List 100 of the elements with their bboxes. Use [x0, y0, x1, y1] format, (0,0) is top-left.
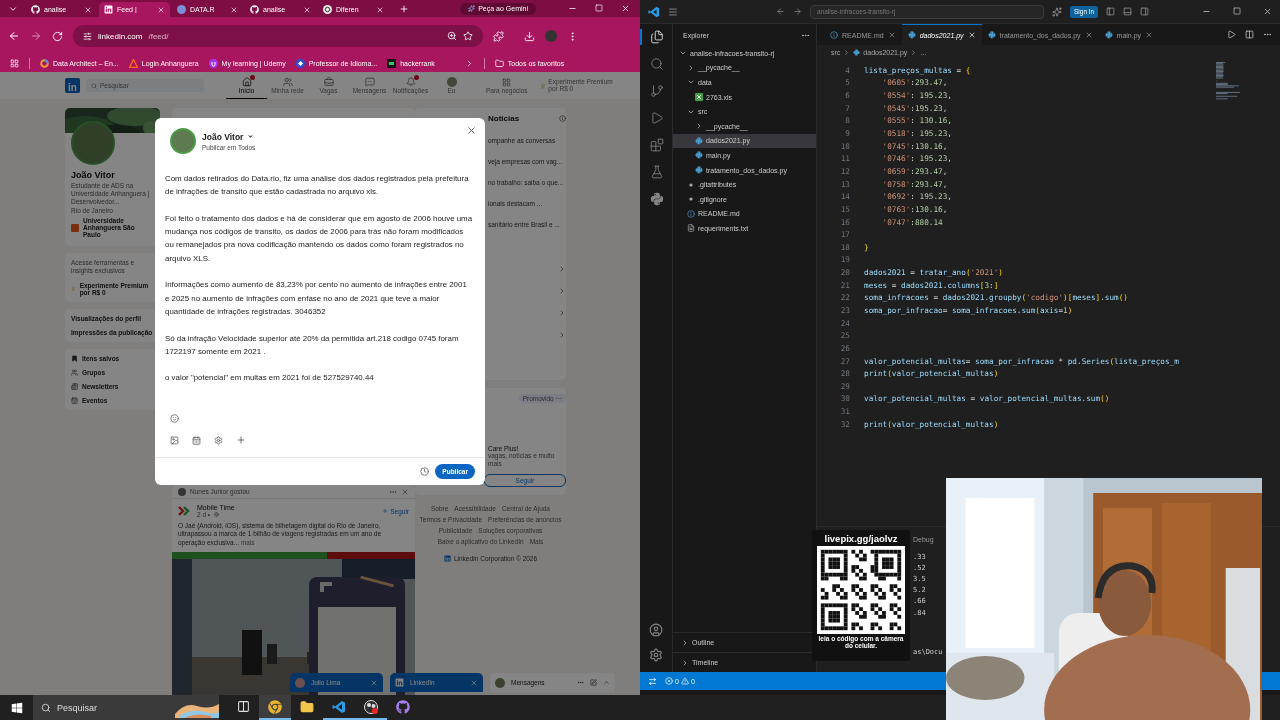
reload-button[interactable] — [52, 30, 63, 42]
avatar — [446, 76, 457, 87]
chevron-right-icon — [687, 63, 695, 72]
in-logo-icon — [395, 678, 404, 687]
search-icon — [41, 702, 51, 713]
search-icon — [650, 57, 664, 71]
sparkle-icon[interactable] — [1052, 6, 1062, 17]
editor-logo-icon — [332, 699, 346, 714]
gear-button[interactable] — [214, 435, 223, 445]
in-logo-icon — [443, 555, 451, 562]
cat-logo-icon — [396, 699, 410, 714]
error-icon — [665, 677, 673, 685]
snake-logo-icon — [650, 192, 664, 206]
people-icon — [282, 76, 293, 87]
back-button[interactable] — [8, 30, 20, 42]
new-tab-button[interactable] — [399, 3, 409, 14]
run-button[interactable] — [1227, 30, 1236, 39]
snake-logo-icon — [695, 166, 703, 175]
school-logo — [71, 223, 79, 232]
browser-logo-icon — [268, 699, 282, 714]
panel-icon[interactable] — [1123, 7, 1133, 16]
forward-button[interactable] — [793, 7, 802, 16]
diamond-icon — [295, 59, 305, 68]
split-editor-button[interactable] — [1245, 30, 1254, 39]
close-chat-button[interactable] — [470, 678, 478, 687]
chevron-right-icon — [681, 638, 689, 647]
menu-button[interactable] — [668, 6, 678, 17]
search-field[interactable]: Pesquisar — [33, 695, 219, 720]
circle-logo-icon — [177, 5, 186, 14]
task-view-icon — [236, 700, 250, 713]
site-settings-icon — [83, 31, 92, 41]
cat-logo-icon — [31, 5, 40, 14]
close-tab-button[interactable] — [230, 5, 238, 14]
cat-logo-icon — [250, 5, 259, 14]
chevron-right-icon — [681, 658, 689, 667]
globe-icon — [214, 512, 220, 518]
close-tab-button[interactable] — [887, 31, 896, 39]
snake-logo-icon — [1104, 31, 1113, 39]
minimap-drawing — [1216, 62, 1240, 102]
image-button[interactable] — [170, 435, 179, 445]
close-tab-button[interactable] — [1145, 31, 1154, 39]
info-icon — [687, 209, 695, 218]
record-logo-icon — [364, 699, 378, 714]
profile-name: João Vitor — [71, 170, 116, 180]
play-icon — [650, 111, 664, 125]
close-chat-button[interactable] — [370, 678, 378, 687]
add-button[interactable] — [236, 435, 246, 445]
snake-logo-icon — [853, 49, 861, 56]
author-selector[interactable]: João Vitor — [202, 131, 256, 142]
briefcase-icon — [323, 76, 334, 87]
snake-logo-icon — [695, 151, 703, 160]
back-button[interactable] — [776, 7, 785, 16]
compose-icon[interactable] — [590, 679, 597, 686]
knot-logo-icon — [323, 5, 332, 14]
close-tab-button[interactable] — [303, 5, 311, 14]
close-button[interactable] — [1263, 7, 1272, 16]
maximize-button[interactable] — [1233, 7, 1241, 15]
emoji-button[interactable] — [170, 414, 179, 423]
layout-icon[interactable] — [1106, 7, 1116, 16]
apps-icon[interactable] — [10, 59, 19, 68]
bell-icon — [405, 76, 416, 87]
close-tab-button[interactable] — [157, 5, 165, 14]
more-icon[interactable] — [1263, 30, 1272, 39]
settings-button[interactable] — [649, 648, 663, 662]
avatar — [295, 677, 305, 688]
chevron-right-icon — [558, 309, 566, 317]
search-icon — [91, 82, 97, 89]
extensions-button[interactable] — [493, 30, 504, 42]
account-button[interactable] — [649, 623, 663, 637]
shield-icon — [208, 59, 218, 68]
schedule-button[interactable] — [420, 467, 430, 476]
flask-icon — [650, 165, 664, 179]
chevron-right-icon — [558, 287, 566, 295]
close-tab-button[interactable] — [84, 5, 92, 14]
ring-icon — [40, 59, 49, 68]
four-panes-logo-icon — [10, 701, 23, 714]
close-button[interactable] — [466, 125, 477, 136]
logo: in — [65, 78, 80, 93]
calendar-button[interactable] — [192, 435, 201, 445]
taskbar-app-button[interactable] — [259, 695, 291, 720]
address-bar[interactable]: linkedin.com /feed/ — [73, 25, 483, 47]
bookmark-icon — [71, 354, 78, 362]
chevron-right-icon — [843, 49, 851, 56]
spreadsheet-icon — [695, 93, 703, 102]
download-button[interactable] — [524, 30, 535, 42]
chevron-up-icon[interactable] — [603, 679, 610, 686]
info-icon — [830, 31, 838, 39]
house-icon — [241, 76, 252, 87]
sidebar-icon[interactable] — [1140, 7, 1150, 16]
remote-icon[interactable] — [648, 676, 657, 686]
plus-icon — [382, 508, 389, 515]
avatar — [71, 121, 115, 165]
close-tab-button[interactable] — [376, 5, 384, 14]
chevron-right-icon — [910, 49, 918, 56]
blocks-icon — [650, 138, 664, 152]
sparkle-icon — [468, 5, 476, 12]
close-tab-button[interactable] — [967, 31, 976, 39]
close-tab-button[interactable] — [1084, 31, 1093, 39]
calendar-icon — [71, 396, 78, 404]
dismiss-button[interactable] — [401, 487, 409, 496]
